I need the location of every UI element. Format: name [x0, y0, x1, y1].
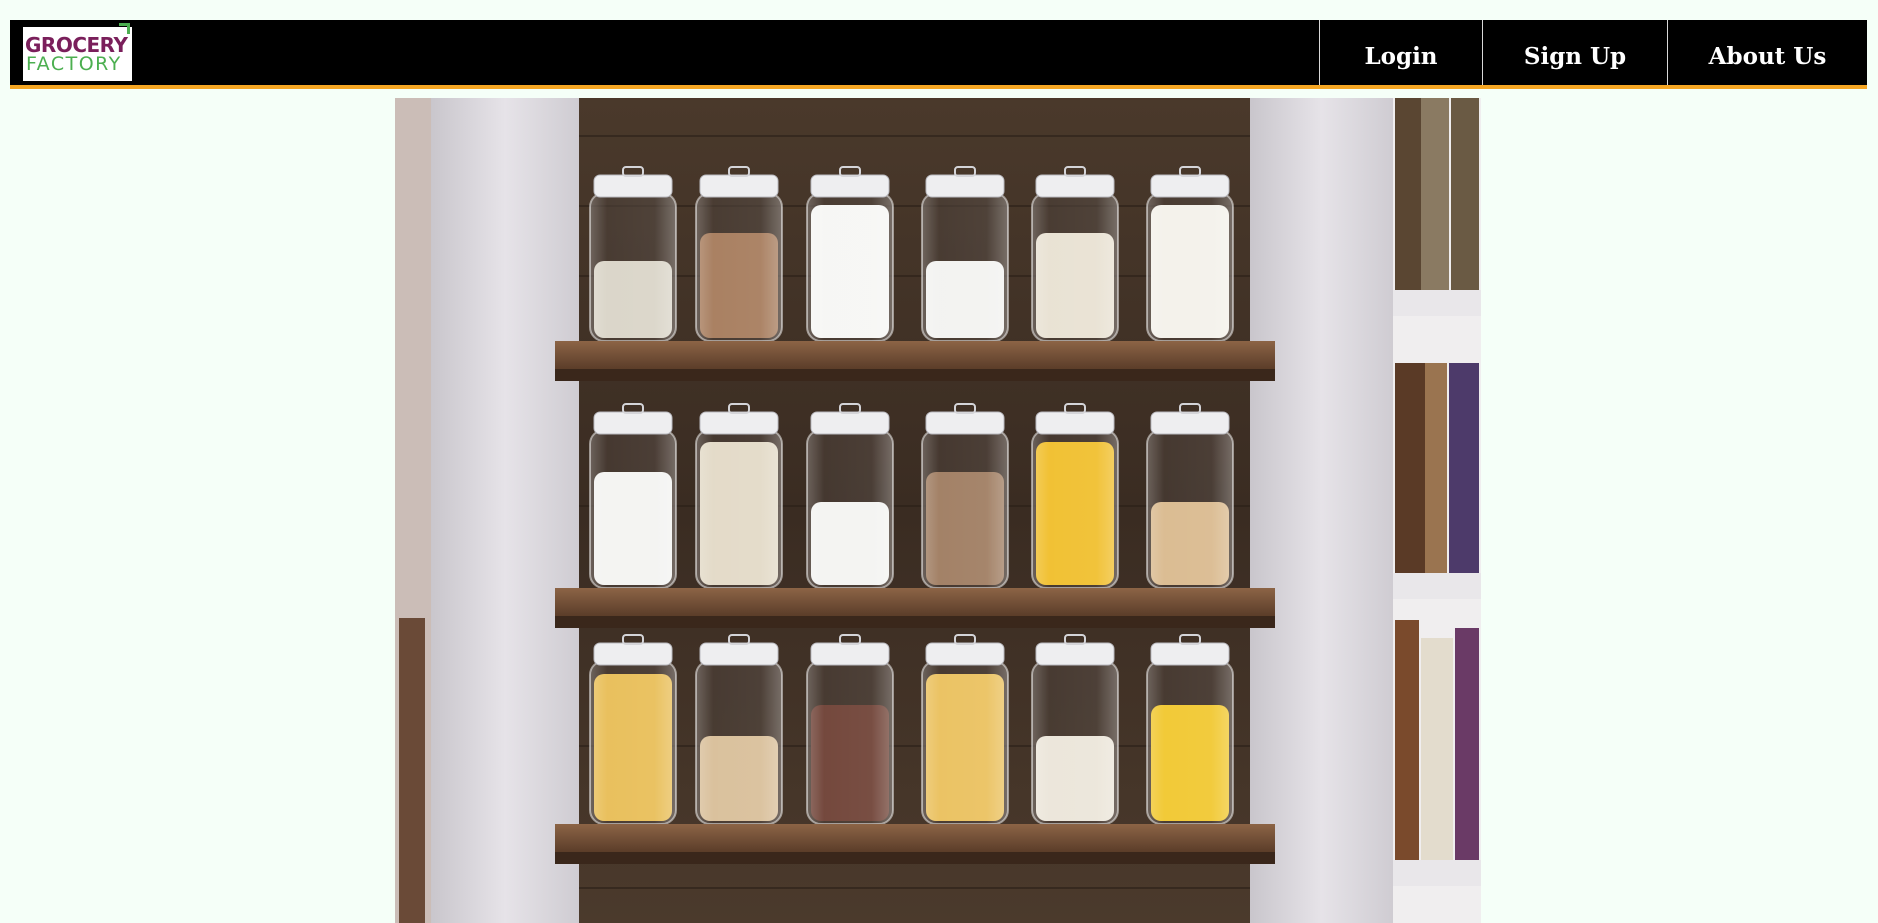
wooden-shelf: [555, 341, 1275, 381]
jar: [589, 166, 677, 342]
books: [1393, 98, 1481, 886]
jar: [1146, 634, 1234, 825]
left-shelf-edge: [399, 618, 425, 923]
jar: [921, 166, 1009, 342]
left-white-post: [431, 98, 579, 923]
jar: [806, 634, 894, 825]
jar: [695, 166, 783, 342]
jar: [806, 403, 894, 589]
jar: [1031, 634, 1119, 825]
nav-login-link[interactable]: Login: [1319, 20, 1482, 85]
nav-signup-link[interactable]: Sign Up: [1482, 20, 1667, 85]
wooden-shelf: [555, 588, 1275, 628]
jar: [589, 634, 677, 825]
brand-logo[interactable]: GROCERY FACTORY: [23, 23, 132, 81]
hero-image: [395, 98, 1481, 923]
nav-links: Login Sign Up About Us: [1319, 20, 1867, 85]
jar: [1146, 166, 1234, 342]
logo-text-grocery: GROCERY: [25, 33, 128, 57]
jar: [921, 403, 1009, 589]
pantry-illustration: [395, 98, 1481, 923]
jar: [1031, 166, 1119, 342]
logo-corner-mark: [119, 23, 130, 34]
nav-about-link[interactable]: About Us: [1667, 20, 1867, 85]
jar: [695, 634, 783, 825]
jar: [695, 403, 783, 589]
jar: [921, 634, 1009, 825]
jar: [589, 403, 677, 589]
logo-text-factory: FACTORY: [26, 53, 122, 75]
jar: [1146, 403, 1234, 589]
wooden-shelf: [555, 824, 1275, 864]
right-white-post: [1250, 98, 1393, 923]
jar: [1031, 403, 1119, 589]
jar: [806, 166, 894, 342]
top-navbar: GROCERY FACTORY Login Sign Up About Us: [10, 20, 1867, 89]
